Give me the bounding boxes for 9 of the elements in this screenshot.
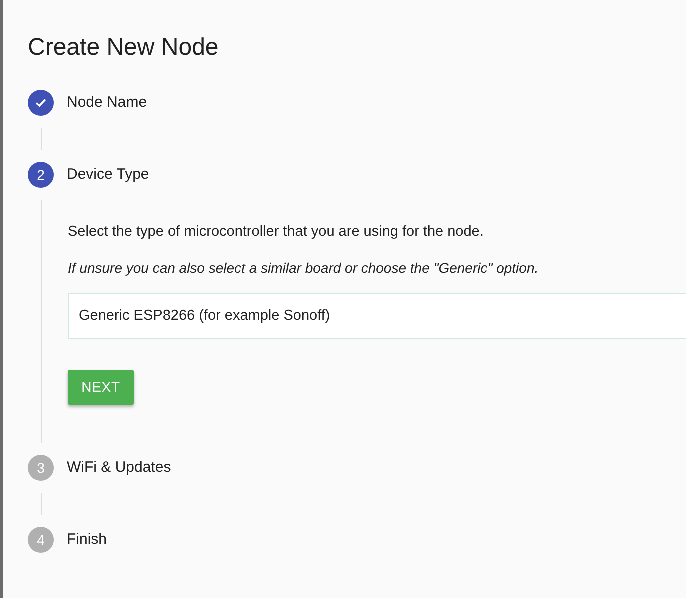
step-label: Node Name <box>67 92 148 113</box>
page-title: Create New Node <box>28 33 220 63</box>
hint-text: If unsure you can also select a similar board or choose the "Generic" option. <box>68 259 540 278</box>
instruction-text: Select the type of microcontroller that you are using for the node. <box>68 223 485 242</box>
device-type-field[interactable]: Generic ESP8266 (for example Sonoff) <box>68 293 686 339</box>
check-icon <box>35 98 47 108</box>
step-label: Finish <box>67 530 108 550</box>
step-label: WiFi & Updates <box>67 458 172 478</box>
step-label: Device Type <box>67 164 150 185</box>
